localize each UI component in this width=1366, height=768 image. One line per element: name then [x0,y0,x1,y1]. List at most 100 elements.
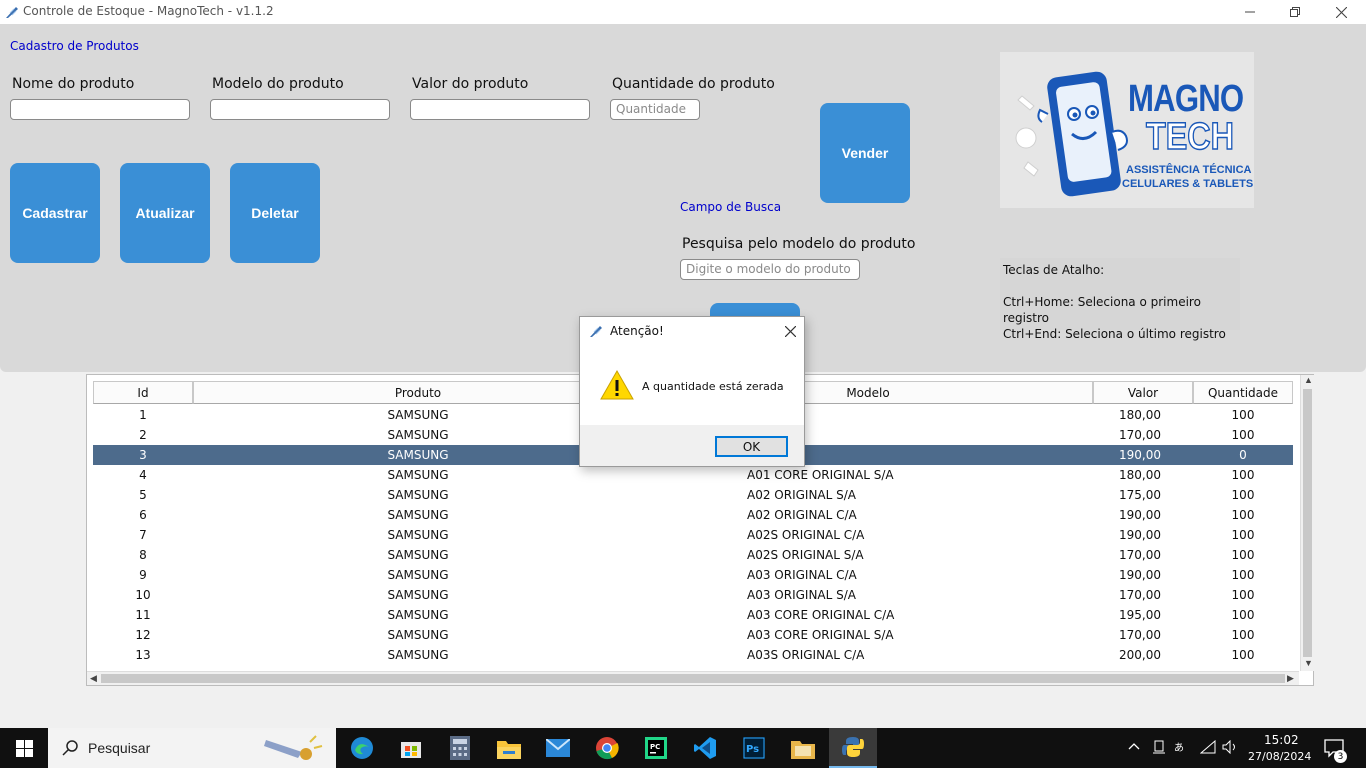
column-header-produto[interactable]: Produto [193,381,643,404]
table-row[interactable]: 11 SAMSUNG A03 CORE ORIGINAL C/A 195,00 100 [93,605,1293,625]
taskbar-calculator[interactable] [436,728,484,768]
svg-text:あ: あ [1174,742,1184,754]
logo-text-assistencia: ASSISTÊNCIA TÉCNICA [1126,164,1252,176]
scroll-down-icon[interactable]: ▼ [1304,658,1313,668]
cell-quantidade: 100 [1231,528,1255,542]
column-header-id[interactable]: Id [93,381,193,404]
atualizar-button[interactable]: Atualizar [120,163,210,263]
cell-valor: 190,00 [1119,448,1161,462]
table-row[interactable]: 4 SAMSUNG A01 CORE ORIGINAL S/A 180,00 100 [93,465,1293,485]
search-icon [62,740,78,756]
cell-produto: SAMSUNG [387,548,449,562]
scroll-left-icon[interactable]: ◀ [90,673,97,684]
table-row[interactable]: 10 SAMSUNG A03 ORIGINAL S/A 170,00 100 [93,585,1293,605]
valor-field[interactable] [410,99,590,120]
table-row[interactable]: 13 SAMSUNG A03S ORIGINAL C/A 200,00 100 [93,645,1293,665]
system-tray: あ 3 [1124,728,1366,768]
chevron-up-icon[interactable] [1128,742,1140,750]
cell-valor: 200,00 [1119,648,1161,662]
cell-id: 12 [135,628,151,642]
taskbar-store[interactable] [387,728,435,768]
modelo-label: Modelo do produto [212,76,344,92]
cell-id: 3 [139,448,147,462]
cell-quantidade: 100 [1231,508,1255,522]
deletar-button[interactable]: Deletar [230,163,320,263]
cell-valor: 170,00 [1119,548,1161,562]
quantidade-field[interactable]: Quantidade [610,99,700,120]
dialog-close-button[interactable] [780,321,800,341]
cell-modelo: A03 CORE ORIGINAL C/A [747,608,895,622]
input-method-icon[interactable]: あ [1174,740,1190,754]
restore-button[interactable] [1272,0,1318,24]
close-button[interactable] [1318,0,1364,24]
cell-quantidade: 100 [1231,568,1255,582]
table-row[interactable]: 6 SAMSUNG A02 ORIGINAL C/A 190,00 100 [93,505,1293,525]
cell-modelo: A03 CORE ORIGINAL S/A [747,628,894,642]
cell-id: 9 [139,568,147,582]
ok-button[interactable]: OK [715,436,788,457]
vertical-scrollbar[interactable]: ▲ ▼ [1300,375,1314,671]
shortcut-end: Ctrl+End: Seleciona o último registro [1003,327,1226,341]
clock-date[interactable]: 27/08/2024 [1248,750,1311,763]
cell-valor: 170,00 [1119,628,1161,642]
taskbar-file-explorer[interactable] [485,728,533,768]
wifi-icon[interactable] [1200,740,1216,754]
cell-produto: SAMSUNG [387,648,449,662]
cell-quantidade: 100 [1231,408,1255,422]
app-window: Controle de Estoque - MagnoTech - v1.1.2… [0,0,1366,768]
table-row[interactable]: 8 SAMSUNG A02S ORIGINAL S/A 170,00 100 [93,545,1293,565]
horizontal-scrollbar[interactable]: ◀ ▶ [87,671,1299,685]
taskbar-folder[interactable] [779,728,827,768]
cell-produto: SAMSUNG [387,608,449,622]
vertical-scroll-thumb[interactable] [1303,389,1312,657]
magnotech-logo: MAGNO TECH ASSISTÊNCIA TÉCNICA CELULARES… [1000,52,1254,208]
horizontal-scroll-thumb[interactable] [101,674,1285,683]
section-label-busca: Campo de Busca [680,200,782,214]
scroll-up-icon[interactable]: ▲ [1304,375,1313,385]
nome-field[interactable] [10,99,190,120]
taskbar-search[interactable]: Pesquisar [48,728,336,768]
table-row[interactable]: 7 SAMSUNG A02S ORIGINAL C/A 190,00 100 [93,525,1293,545]
cell-produto: SAMSUNG [387,428,449,442]
minimize-button[interactable] [1227,0,1273,24]
table-row[interactable]: 9 SAMSUNG A03 ORIGINAL C/A 190,00 100 [93,565,1293,585]
taskbar-photoshop[interactable]: Ps [730,728,778,768]
taskbar-chrome[interactable] [583,728,631,768]
table-row[interactable]: 12 SAMSUNG A03 CORE ORIGINAL S/A 170,00 100 [93,625,1293,645]
nome-label: Nome do produto [12,76,135,92]
cell-id: 13 [135,648,151,662]
taskbar-python-app[interactable] [829,728,877,768]
photoshop-icon: Ps [743,737,765,759]
taskbar-vscode[interactable] [681,728,729,768]
search-highlight-icon [264,735,323,760]
taskbar-pycharm[interactable]: PC [632,728,680,768]
cell-quantidade: 100 [1231,468,1255,482]
cell-valor: 190,00 [1119,568,1161,582]
search-model-input[interactable]: Digite o modelo do produto [680,259,860,280]
clock-time[interactable]: 15:02 [1264,733,1299,747]
taskbar-mail[interactable] [534,728,582,768]
cell-id: 10 [135,588,151,602]
column-header-valor[interactable]: Valor [1093,381,1193,404]
cell-quantidade: 100 [1231,588,1255,602]
cell-produto: SAMSUNG [387,408,449,422]
title-bar: Controle de Estoque - MagnoTech - v1.1.2 [0,0,1366,24]
cell-modelo: A03S ORIGINAL C/A [747,648,865,662]
logo-text-tech: TECH [1145,115,1234,159]
device-icon[interactable] [1152,740,1166,754]
start-button[interactable] [0,728,48,768]
modelo-field[interactable] [210,99,390,120]
vender-button[interactable]: Vender [820,103,910,203]
cell-id: 11 [135,608,151,622]
cell-quantidade: 100 [1231,548,1255,562]
taskbar-edge[interactable] [338,728,386,768]
dialog-footer: OK [580,425,804,466]
scroll-right-icon[interactable]: ▶ [1287,673,1294,684]
column-header-quantidade[interactable]: Quantidade [1193,381,1293,404]
table-row[interactable]: 5 SAMSUNG A02 ORIGINAL S/A 175,00 100 [93,485,1293,505]
cadastrar-button[interactable]: Cadastrar [10,163,100,263]
minimize-icon [1245,11,1255,13]
shortcuts-title: Teclas de Atalho: [1003,263,1105,277]
taskbar-search-placeholder: Pesquisar [88,740,151,756]
volume-icon[interactable] [1222,740,1238,754]
